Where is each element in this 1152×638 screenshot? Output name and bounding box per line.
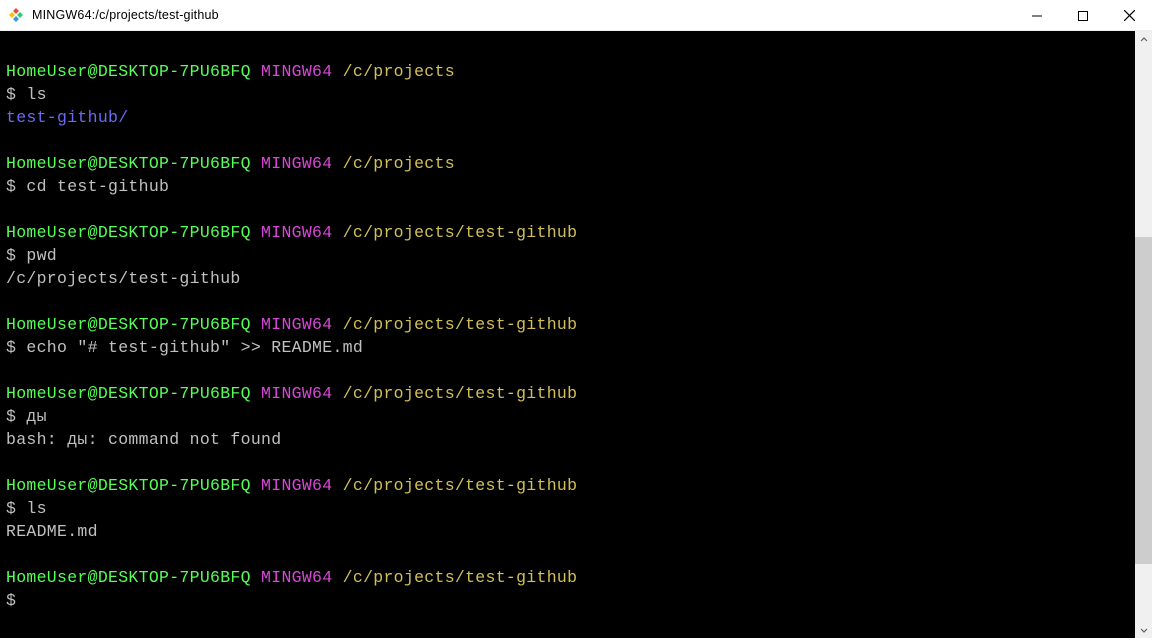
titlebar[interactable]: MINGW64:/c/projects/test-github [0,0,1152,31]
command-text: echo "# test-github" >> README.md [26,338,363,357]
output-line: bash: ды: command not found [6,428,1129,451]
prompt-line: HomeUser@DESKTOP-7PU6BFQ MINGW64 /c/proj… [6,313,1129,336]
scrollbar[interactable] [1135,31,1152,638]
prompt-user: HomeUser@DESKTOP-7PU6BFQ [6,315,251,334]
command-text: ls [26,499,46,518]
output-line: /c/projects/test-github [6,267,1129,290]
prompt-env: MINGW64 [261,154,332,173]
prompt-line: HomeUser@DESKTOP-7PU6BFQ MINGW64 /c/proj… [6,60,1129,83]
command-line: $ [6,589,1129,612]
prompt-env: MINGW64 [261,223,332,242]
prompt-user: HomeUser@DESKTOP-7PU6BFQ [6,154,251,173]
scroll-up-arrow[interactable] [1135,31,1152,48]
prompt-env: MINGW64 [261,62,332,81]
scroll-down-arrow[interactable] [1135,621,1152,638]
command-line: $ ls [6,83,1129,106]
prompt-user: HomeUser@DESKTOP-7PU6BFQ [6,384,251,403]
prompt-user: HomeUser@DESKTOP-7PU6BFQ [6,568,251,587]
scroll-track[interactable] [1135,48,1152,621]
prompt-user: HomeUser@DESKTOP-7PU6BFQ [6,223,251,242]
prompt-line: HomeUser@DESKTOP-7PU6BFQ MINGW64 /c/proj… [6,566,1129,589]
prompt-path: /c/projects [343,154,455,173]
prompt-line: HomeUser@DESKTOP-7PU6BFQ MINGW64 /c/proj… [6,474,1129,497]
command-line: $ cd test-github [6,175,1129,198]
terminal-wrap: HomeUser@DESKTOP-7PU6BFQ MINGW64 /c/proj… [0,31,1152,638]
command-line: $ pwd [6,244,1129,267]
prompt-path: /c/projects/test-github [343,223,578,242]
prompt-path: /c/projects [343,62,455,81]
command-line: $ ls [6,497,1129,520]
prompt-path: /c/projects/test-github [343,476,578,495]
close-button[interactable] [1106,0,1152,31]
command-text: cd test-github [26,177,169,196]
command-text: pwd [26,246,57,265]
command-line: $ ды [6,405,1129,428]
prompt-env: MINGW64 [261,568,332,587]
prompt-env: MINGW64 [261,315,332,334]
prompt-line: HomeUser@DESKTOP-7PU6BFQ MINGW64 /c/proj… [6,152,1129,175]
prompt-path: /c/projects/test-github [343,315,578,334]
terminal[interactable]: HomeUser@DESKTOP-7PU6BFQ MINGW64 /c/proj… [0,31,1135,638]
window-controls [1014,0,1152,31]
prompt-path: /c/projects/test-github [343,384,578,403]
scroll-thumb[interactable] [1135,237,1152,564]
command-text: ls [26,85,46,104]
prompt-user: HomeUser@DESKTOP-7PU6BFQ [6,62,251,81]
minimize-button[interactable] [1014,0,1060,31]
prompt-line: HomeUser@DESKTOP-7PU6BFQ MINGW64 /c/proj… [6,221,1129,244]
maximize-button[interactable] [1060,0,1106,31]
prompt-env: MINGW64 [261,476,332,495]
output-line: README.md [6,520,1129,543]
prompt-user: HomeUser@DESKTOP-7PU6BFQ [6,476,251,495]
output-line: test-github/ [6,106,1129,129]
command-text: ды [26,407,46,426]
prompt-path: /c/projects/test-github [343,568,578,587]
prompt-line: HomeUser@DESKTOP-7PU6BFQ MINGW64 /c/proj… [6,382,1129,405]
window-title: MINGW64:/c/projects/test-github [32,8,219,22]
command-line: $ echo "# test-github" >> README.md [6,336,1129,359]
app-icon [8,7,24,23]
prompt-env: MINGW64 [261,384,332,403]
